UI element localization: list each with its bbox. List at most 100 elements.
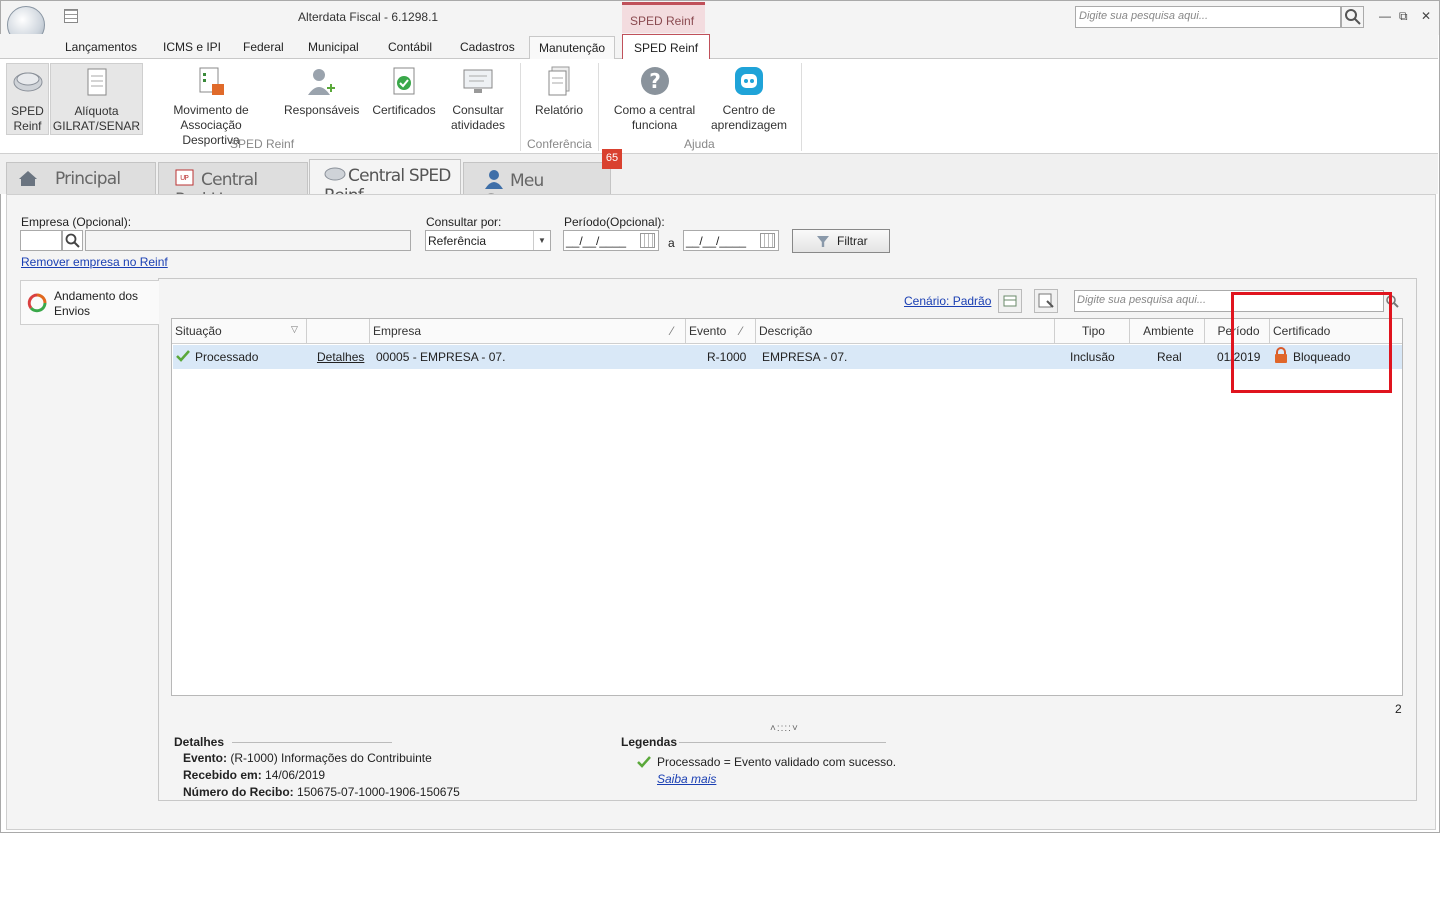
home-icon xyxy=(19,171,37,186)
tab-central-packup[interactable]: UPCentral PackUp xyxy=(158,162,308,210)
tab-principal[interactable]: Principal xyxy=(6,162,156,194)
divider xyxy=(232,742,392,743)
detail-recibo: Número do Recibo: 150675-07-1000-1906-15… xyxy=(183,785,460,799)
divider xyxy=(679,742,886,743)
cell-evento: R-1000 xyxy=(707,350,747,364)
packup-icon: UP xyxy=(175,169,194,186)
certificados-button[interactable]: Certificados xyxy=(370,65,438,118)
relatorio-label: Relatório xyxy=(534,103,584,117)
col-situacao[interactable]: Situação ▽ xyxy=(172,319,307,344)
search-icon xyxy=(65,233,80,248)
document-icon xyxy=(87,68,106,96)
col-tipo[interactable]: Tipo xyxy=(1055,319,1130,344)
group-ajuda: Ajuda xyxy=(684,137,715,151)
centro-aprendizagem-button[interactable]: Centro de aprendizagem xyxy=(709,65,789,133)
date-to-input[interactable]: __/__/____ xyxy=(683,230,779,251)
tab-contabil[interactable]: Contábil xyxy=(388,40,432,54)
cell-situacao: Processado xyxy=(195,350,259,364)
aliquota-button[interactable]: Alíquota GILRAT/SENAR xyxy=(50,63,143,135)
responsaveis-button[interactable]: Responsáveis xyxy=(284,65,360,118)
col-detalhes[interactable] xyxy=(307,319,370,344)
tab-central-sped-reinf[interactable]: Central SPED Reinf xyxy=(309,159,461,206)
filtrar-button[interactable]: Filtrar xyxy=(792,229,890,253)
detalhes-link[interactable]: Detalhes xyxy=(317,350,364,364)
consultar-label2: atividades xyxy=(450,118,506,132)
search-icon[interactable] xyxy=(1341,6,1364,28)
relatorio-button[interactable]: Relatório xyxy=(530,65,588,118)
calendar-icon[interactable] xyxy=(760,233,775,248)
cenario-link[interactable]: Cenário: Padrão xyxy=(904,294,991,308)
responsaveis-label: Responsáveis xyxy=(284,103,360,117)
filter-icon xyxy=(817,236,829,247)
sped-reinf-button[interactable]: SPED Reinf xyxy=(6,63,49,135)
svg-text:?: ? xyxy=(649,69,661,93)
certificados-label: Certificados xyxy=(372,103,436,117)
filtrar-label: Filtrar xyxy=(837,234,868,248)
group-divider xyxy=(520,63,521,151)
row-count: 2 xyxy=(1395,702,1402,716)
empresa-label: Empresa (Opcional): xyxy=(21,215,132,229)
tab-sped-reinf[interactable]: SPED Reinf xyxy=(622,34,711,60)
calendar-icon[interactable] xyxy=(640,233,655,248)
document-tabs: Principal UPCentral PackUp Central SPED … xyxy=(0,154,1438,211)
group-divider xyxy=(801,63,802,151)
col-evento[interactable]: Evento ⁄ xyxy=(686,319,756,344)
select-columns-icon[interactable] xyxy=(1034,289,1058,313)
tab-municipal[interactable]: Municipal xyxy=(308,40,359,54)
filter-icon[interactable]: ▽ xyxy=(291,324,298,335)
sort-icon: ⁄ xyxy=(740,324,743,338)
sped-reinf-icon xyxy=(13,72,42,92)
empresa-search-button[interactable] xyxy=(62,230,83,251)
date-from-input[interactable]: __/__/____ xyxy=(563,230,659,251)
user-add-icon xyxy=(308,69,335,95)
tab-manutencao[interactable]: Manutenção xyxy=(529,36,616,60)
group-sped-reinf: SPED Reinf xyxy=(230,137,295,151)
svg-text:UP: UP xyxy=(180,174,188,182)
tab-cadastros[interactable]: Cadastros xyxy=(460,40,515,54)
refresh-icon xyxy=(27,293,47,313)
top-search-input[interactable]: Digite sua pesquisa aqui... xyxy=(1075,6,1341,28)
remover-empresa-link[interactable]: Remover empresa no Reinf xyxy=(21,255,168,269)
monitor-icon xyxy=(463,69,493,93)
restore-icon[interactable]: ⧉ xyxy=(1399,9,1408,24)
group-divider xyxy=(598,63,599,151)
consultar-select[interactable]: Referência ▼ xyxy=(425,230,551,251)
col-ambiente[interactable]: Ambiente xyxy=(1130,319,1205,344)
splitter-handle[interactable]: ˄::::˅ xyxy=(770,723,799,734)
consultar-atividades-button[interactable]: Consultar atividades xyxy=(447,65,509,133)
tab-principal-label: Principal xyxy=(55,169,121,189)
tab-meu-gerente[interactable]: Meu Gerente xyxy=(463,162,611,211)
movimento-button[interactable]: Movimento de Associação Desportiva xyxy=(150,65,272,148)
consultar-label: Consultar xyxy=(452,103,504,117)
calculator-icon[interactable] xyxy=(64,9,78,23)
group-conferencia: Conferência xyxy=(527,137,592,151)
check-icon xyxy=(637,756,651,768)
movimento-icon xyxy=(199,67,224,95)
tab-federal[interactable]: Federal xyxy=(243,40,284,54)
cell-ambiente: Real xyxy=(1157,350,1182,364)
close-icon[interactable]: ✕ xyxy=(1421,9,1431,23)
learning-icon xyxy=(735,67,763,95)
window-title: Alterdata Fiscal - 6.1298.1 xyxy=(298,10,439,24)
tab-icms-ipi[interactable]: ICMS e IPI xyxy=(163,40,221,54)
movimento-label: Movimento de xyxy=(173,103,249,117)
como-funciona-button[interactable]: ? Como a central funciona xyxy=(610,65,699,133)
col-empresa[interactable]: Empresa ⁄ xyxy=(370,319,686,344)
tab-lancamentos[interactable]: Lançamentos xyxy=(65,40,137,54)
ribbon: SPED Reinf Alíquota GILRAT/SENAR Movimento… xyxy=(0,59,1438,154)
aliquota-label2: GILRAT/SENAR xyxy=(52,119,141,133)
date-to-value: __/__/____ xyxy=(686,234,747,248)
minimize-icon[interactable]: — xyxy=(1379,9,1391,23)
chevron-down-icon[interactable]: ▼ xyxy=(533,231,550,250)
como-funciona-label2: funciona xyxy=(631,118,678,132)
sort-icon: ⁄ xyxy=(671,324,674,338)
context-tab-header: SPED Reinf xyxy=(622,2,705,33)
certificate-icon xyxy=(393,67,415,95)
saiba-mais-link[interactable]: Saiba mais xyxy=(657,772,716,786)
menu-tabs: Lançamentos ICMS e IPI Federal Municipal… xyxy=(0,34,1438,60)
sidebar-item-andamento[interactable]: Andamento dos Envios xyxy=(20,280,159,325)
sped-reinf-icon xyxy=(324,167,346,181)
empresa-code-input[interactable] xyxy=(20,230,62,251)
export-grid-icon[interactable] xyxy=(998,289,1022,313)
col-descricao[interactable]: Descrição xyxy=(756,319,1055,344)
